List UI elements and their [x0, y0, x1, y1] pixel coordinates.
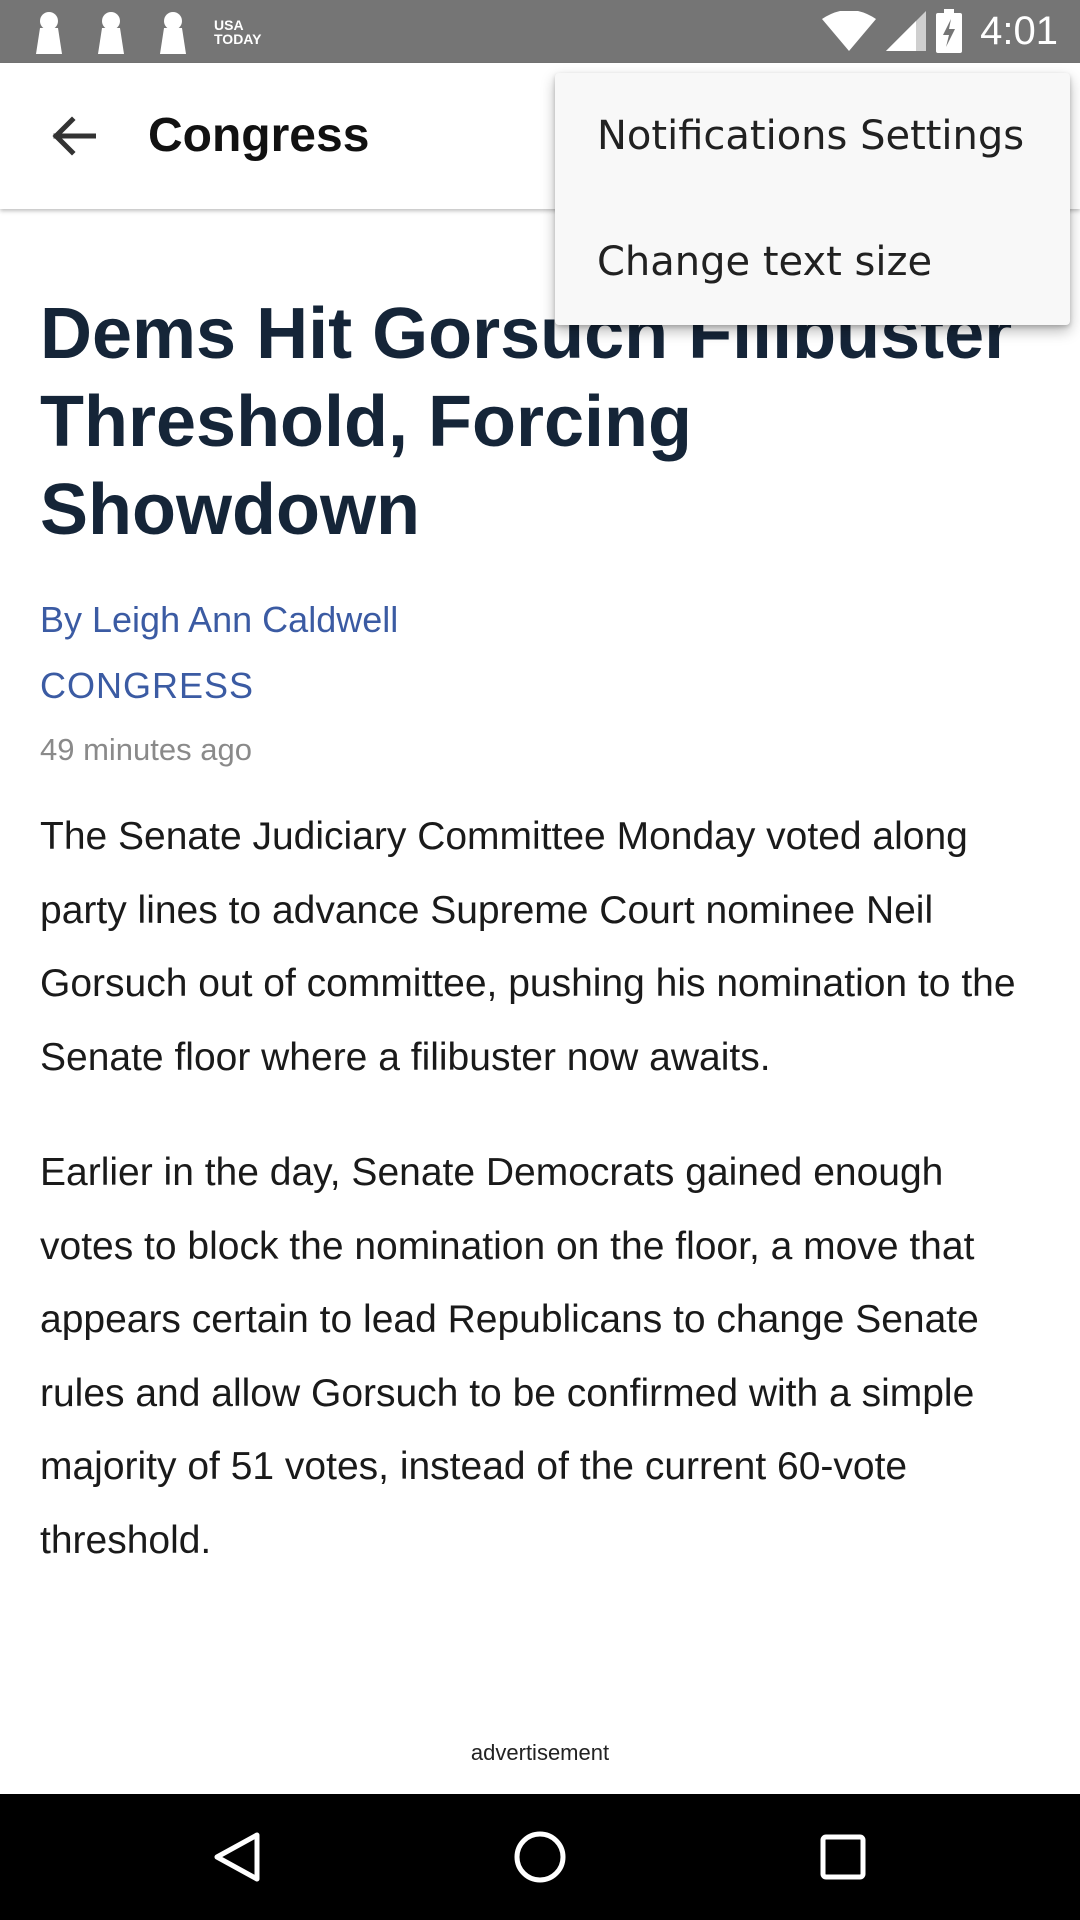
arrow-back-icon: [52, 116, 96, 156]
keyhole-icon: [36, 12, 62, 54]
usa-today-logo: USA TODAY: [214, 17, 262, 47]
status-bar: USA TODAY 4:01: [0, 0, 1080, 63]
navigation-bar: [0, 1794, 1080, 1920]
clock: 4:01: [980, 8, 1058, 53]
signal-icon: [886, 11, 927, 51]
recents-square-icon: [820, 1834, 866, 1880]
author-link[interactable]: By Leigh Ann Caldwell: [40, 598, 1040, 642]
nav-recents-button[interactable]: [810, 1824, 876, 1890]
nav-back-button[interactable]: [204, 1824, 270, 1890]
home-circle-icon: [514, 1831, 566, 1883]
back-button[interactable]: [40, 103, 106, 169]
system-icons: 4:01: [822, 6, 1058, 56]
back-triangle-icon: [214, 1832, 260, 1882]
menu-item-change-text-size[interactable]: Change text size: [555, 199, 1070, 325]
keyhole-icon: [160, 12, 186, 54]
notification-icons: USA TODAY: [28, 10, 266, 54]
menu-item-notifications-settings[interactable]: Notifications Settings: [555, 73, 1070, 199]
overflow-menu: Notifications Settings Change text size: [555, 73, 1070, 325]
wifi-icon: [822, 11, 877, 51]
nav-home-button[interactable]: [507, 1824, 573, 1890]
battery-charging-icon: [936, 9, 963, 53]
article-paragraph: Earlier in the day, Senate Democrats gai…: [40, 1151, 979, 1562]
article-headline: Dems Hit Gorsuch Filibuster Threshold, F…: [40, 294, 1013, 550]
article-paragraph: The Senate Judiciary Committee Monday vo…: [40, 815, 1016, 1079]
article: Dems Hit Gorsuch Filibuster Threshold, F…: [40, 210, 1040, 1616]
page-title: Congress: [148, 109, 370, 162]
timestamp: 49 minutes ago: [40, 732, 252, 767]
advertisement-label: advertisement: [470, 1740, 610, 1765]
section-link[interactable]: CONGRESS: [40, 664, 1040, 708]
keyhole-icon: [98, 12, 124, 54]
